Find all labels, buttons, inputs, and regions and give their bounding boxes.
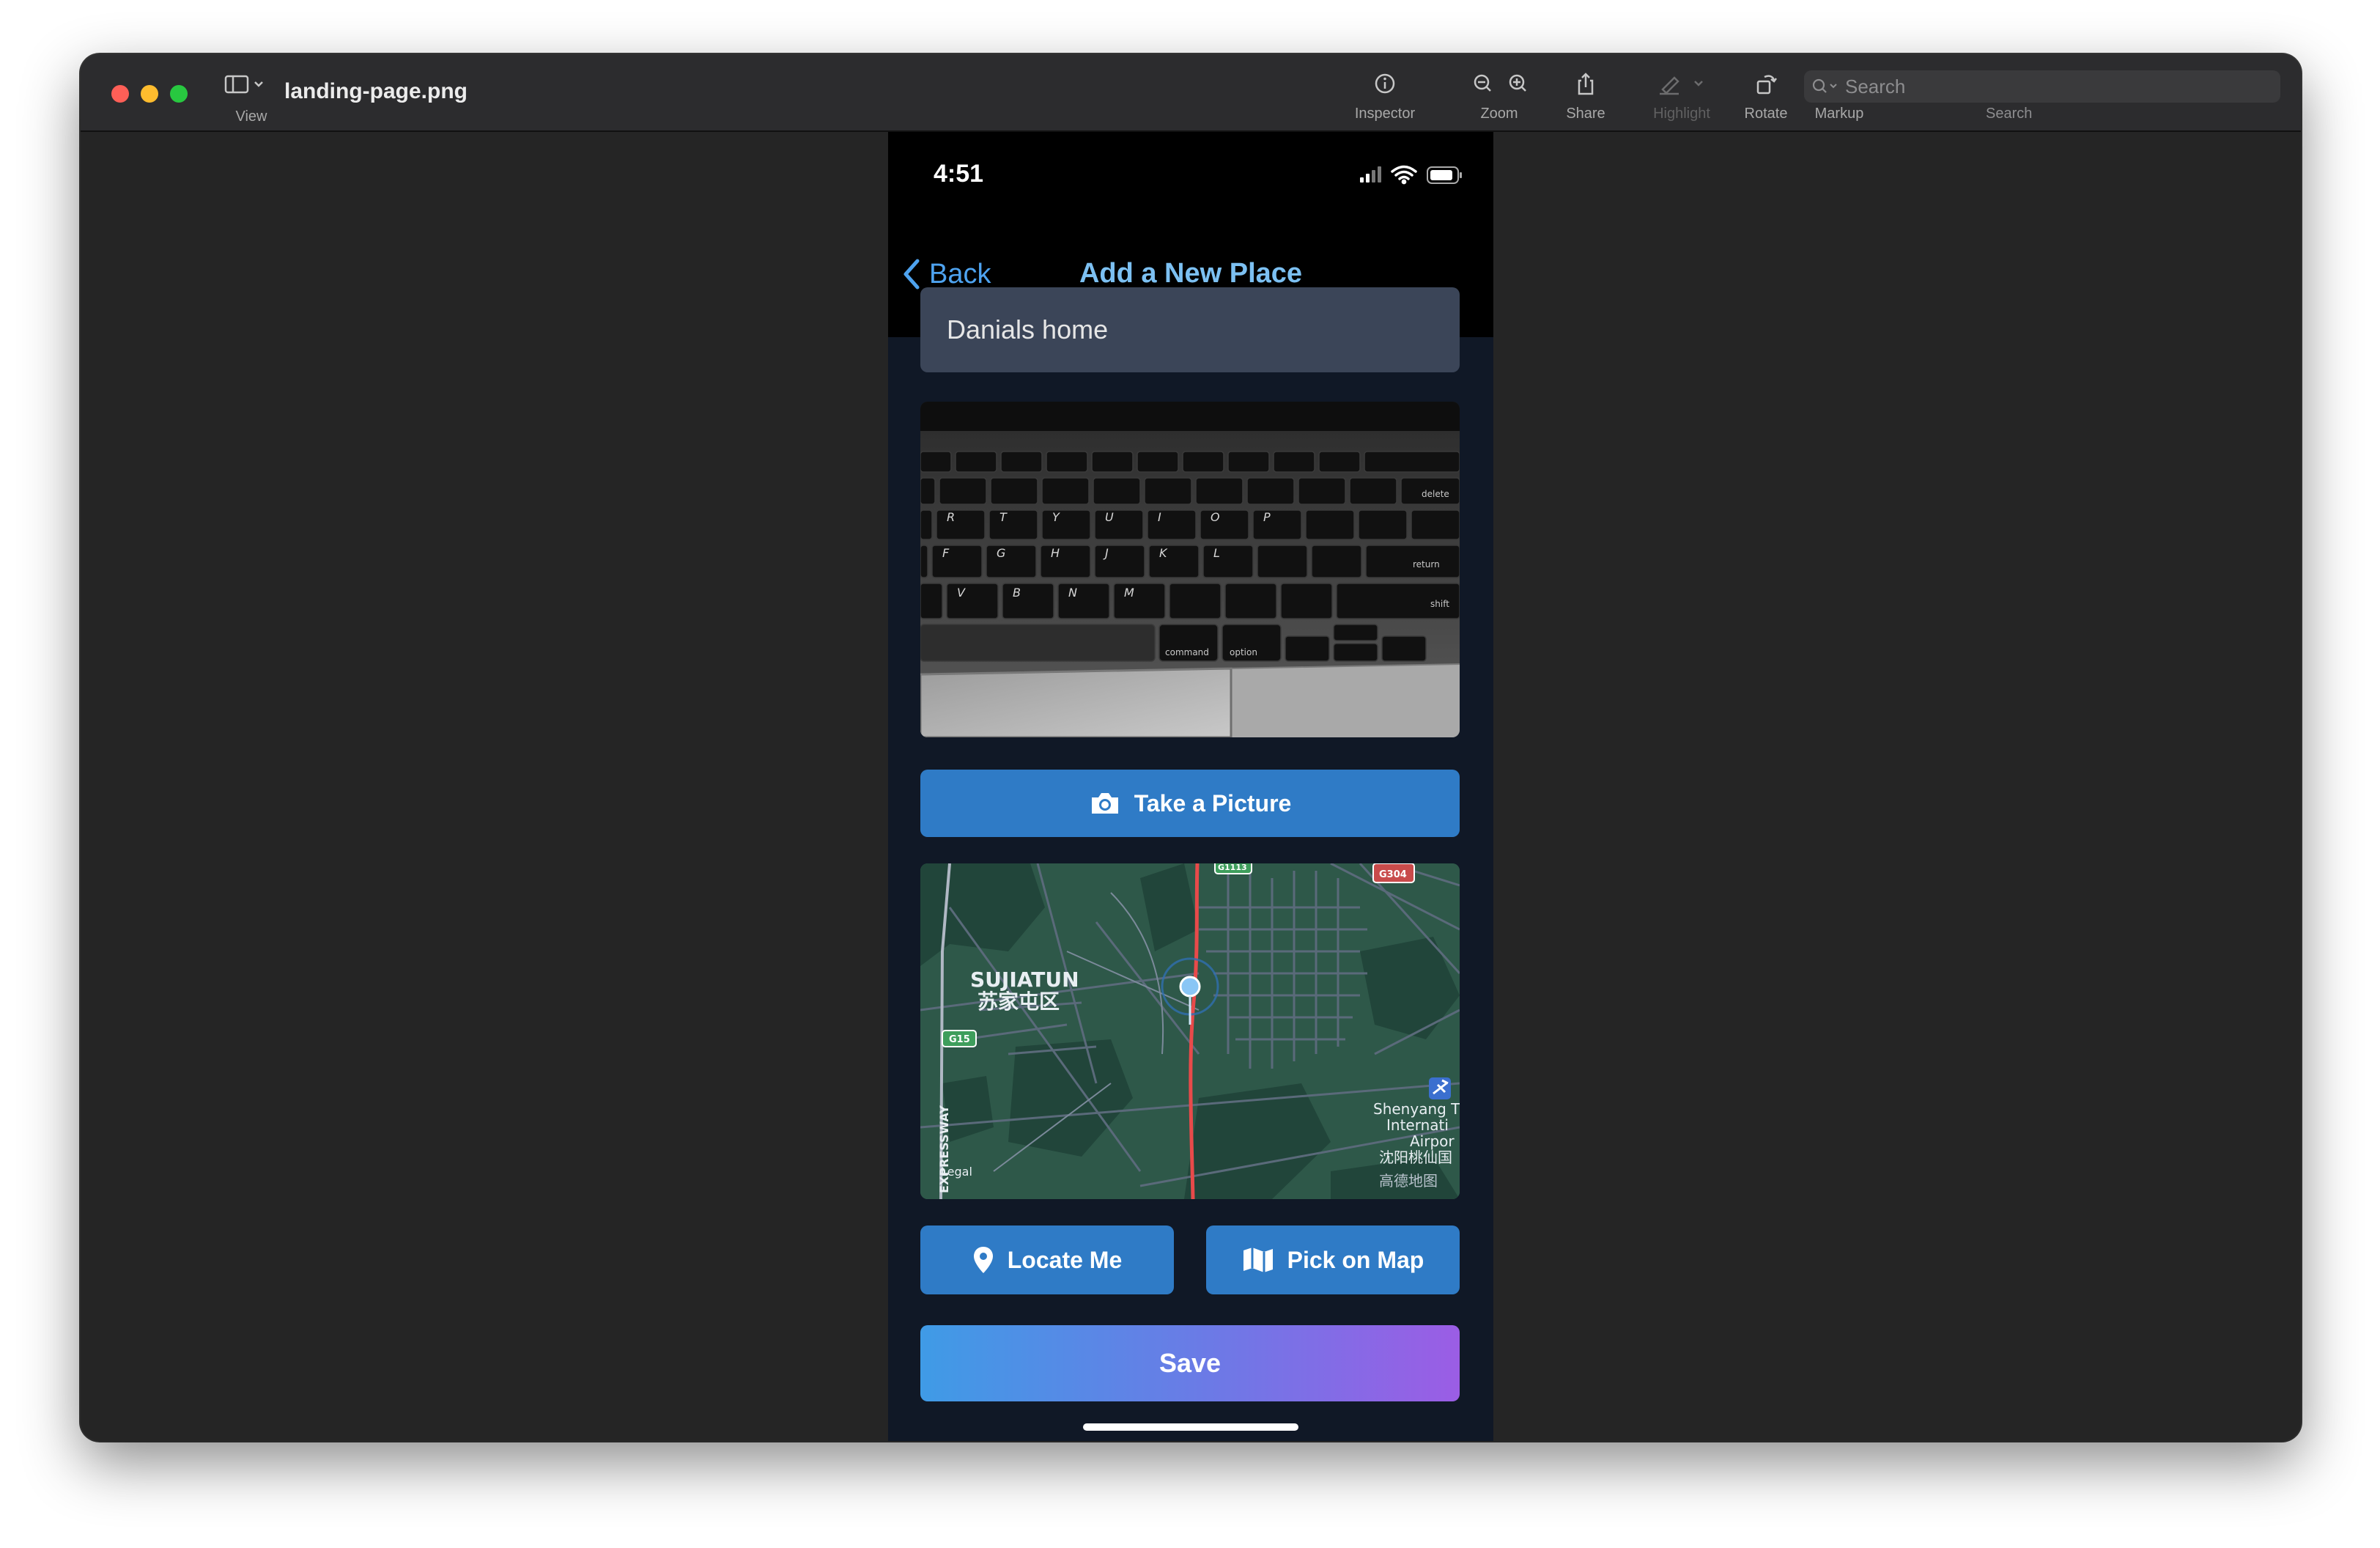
view-label: View (235, 108, 267, 125)
place-name-input[interactable]: Danials home (920, 287, 1460, 372)
minimize-window-button[interactable] (141, 85, 158, 103)
key-V: V (957, 586, 966, 600)
markup-label: Markup (1814, 106, 1864, 122)
status-icons (1360, 165, 1462, 185)
highlight-label: Highlight (1653, 106, 1710, 122)
key-Y: Y (1052, 510, 1060, 524)
key-command: command (1165, 647, 1209, 657)
key-delete: delete (1422, 489, 1449, 499)
zoom-out-icon (1474, 74, 1491, 92)
folded-map-icon (1243, 1247, 1273, 1272)
route-shield-g15: G15 (949, 1034, 970, 1045)
zoom-in-icon (1509, 74, 1526, 92)
key-P: P (1263, 510, 1271, 524)
key-F: F (942, 546, 950, 560)
page-title: Add a New Place (1079, 258, 1303, 289)
place-photo: R T Y U I O P F G H J K L V B N M comman… (920, 402, 1460, 737)
key-N: N (1068, 586, 1077, 600)
wifi-icon (1391, 165, 1417, 185)
preview-window: View landing-page.png Inspector Zoom Sha… (81, 54, 2301, 1441)
zoom-label: Zoom (1480, 106, 1518, 122)
key-L: L (1213, 546, 1220, 560)
airport-line-1: Shenyang T (1373, 1100, 1460, 1118)
key-I: I (1158, 510, 1161, 524)
title-bar: View landing-page.png Inspector Zoom Sha… (81, 54, 2301, 132)
info-circle-icon (1375, 73, 1395, 94)
battery-icon (1427, 166, 1462, 184)
close-window-button[interactable] (111, 85, 129, 103)
save-button[interactable]: Save (920, 1325, 1460, 1401)
share-button[interactable]: Share (1549, 67, 1622, 129)
home-indicator[interactable] (1083, 1423, 1298, 1431)
save-label: Save (1158, 1348, 1222, 1378)
key-R: R (947, 510, 955, 524)
take-picture-label: Take a Picture (1134, 789, 1292, 817)
search-icon (1812, 78, 1837, 93)
phone-screenshot: 4:51 Back Add a New Place Danials home R… (888, 132, 1493, 1441)
airport-line-3: Airpor (1410, 1132, 1455, 1150)
zoom-icons (1474, 74, 1526, 92)
map-canvas: G15 G304 G1113 SUJIATUN 苏家屯区 Shenyang T … (920, 863, 1460, 1199)
highlighter-icon (1660, 76, 1703, 95)
key-O: O (1211, 510, 1220, 524)
place-name-value: Danials home (947, 314, 1109, 344)
airport-line-2: Internati (1386, 1116, 1449, 1134)
key-B: B (1013, 586, 1021, 600)
document-title: landing-page.png (284, 79, 468, 103)
status-time: 4:51 (934, 160, 984, 188)
key-option: option (1230, 647, 1257, 657)
route-shield-g304: G304 (1379, 869, 1407, 880)
camera-icon (1091, 793, 1118, 814)
locate-me-button[interactable]: Locate Me (920, 1226, 1174, 1294)
share-label: Share (1566, 106, 1605, 122)
key-M: M (1124, 586, 1134, 600)
inspector-label: Inspector (1354, 106, 1416, 122)
zoom-controls[interactable]: Zoom (1455, 67, 1543, 129)
search-caption: Search (1986, 106, 2033, 122)
key-H: H (1051, 546, 1060, 560)
rotate-icon (1756, 75, 1777, 95)
key-T: T (999, 510, 1008, 524)
map-district-en: SUJIATUN (970, 968, 1079, 992)
rotate-label: Rotate (1744, 106, 1788, 122)
map-expressway-label: EXPRESSWAY (937, 1105, 951, 1193)
pick-on-map-button[interactable]: Pick on Map (1206, 1226, 1460, 1294)
map-pin-icon (973, 1247, 993, 1273)
take-picture-button[interactable]: Take a Picture (920, 770, 1460, 837)
map-district-zh: 苏家屯区 (978, 989, 1060, 1014)
view-menu-button[interactable]: View (218, 72, 284, 130)
cellular-signal-icon (1360, 166, 1381, 183)
keyboard-photo: R T Y U I O P F G H J K L V B N M comman… (920, 402, 1460, 737)
fullscreen-window-button[interactable] (170, 85, 188, 103)
location-map[interactable]: G15 G304 G1113 SUJIATUN 苏家屯区 Shenyang T … (920, 863, 1460, 1199)
route-shield-top: G1113 (1218, 863, 1247, 872)
rotate-button[interactable]: Rotate (1729, 67, 1803, 129)
sidebar-icon (224, 75, 263, 94)
share-icon (1578, 73, 1594, 95)
search-field[interactable] (1804, 70, 2280, 103)
status-bar: 4:51 (888, 132, 1493, 220)
key-K: K (1159, 546, 1168, 560)
airport-icon (1429, 1077, 1451, 1099)
key-shift: shift (1430, 599, 1449, 609)
key-return: return (1413, 559, 1440, 570)
search-input[interactable] (1844, 73, 2269, 100)
key-G: G (997, 546, 1005, 560)
pick-on-map-label: Pick on Map (1287, 1246, 1424, 1273)
locate-me-label: Locate Me (1007, 1246, 1123, 1273)
map-provider: 高德地图 (1379, 1172, 1438, 1190)
airport-line-4: 沈阳桃仙国 (1379, 1149, 1452, 1166)
key-U: U (1105, 510, 1114, 524)
inspector-button[interactable]: Inspector (1334, 67, 1436, 129)
highlight-button[interactable]: Highlight (1634, 67, 1729, 129)
